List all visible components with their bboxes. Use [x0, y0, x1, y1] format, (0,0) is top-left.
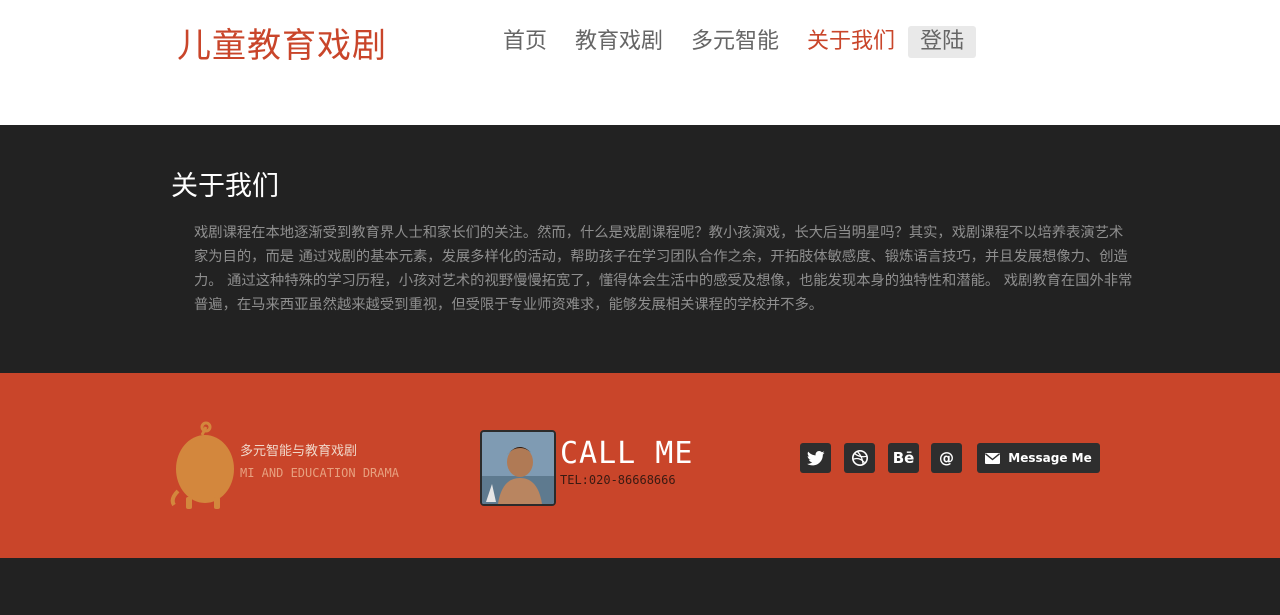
dribbble-icon [851, 449, 868, 467]
contact-child-photo [480, 430, 556, 506]
nav-home[interactable]: 首页 [494, 26, 556, 58]
pig-mascot-icon [170, 421, 234, 509]
email-at-icon: @ [939, 449, 954, 467]
message-me-label: Message Me [1008, 451, 1092, 465]
contact-telephone: TEL:020-86668666 [560, 473, 676, 487]
call-me-heading: CALL ME [560, 436, 694, 471]
twitter-button[interactable] [800, 443, 831, 473]
dribbble-button[interactable] [844, 443, 875, 473]
brand-english-name: MI AND EDUCATION DRAMA [240, 466, 399, 480]
email-at-button[interactable]: @ [931, 443, 962, 473]
about-section: 关于我们 戏剧课程在本地逐渐受到教育界人士和家长们的关注。然而，什么是戏剧课程呢… [0, 125, 1280, 373]
nav-multiple-intelligence[interactable]: 多元智能 [682, 26, 788, 58]
twitter-icon [806, 450, 825, 465]
footer-contact-band: 多元智能与教育戏剧 MI AND EDUCATION DRAMA CALL ME… [0, 373, 1280, 558]
page-bottom-band [0, 558, 1280, 615]
about-title: 关于我们 [171, 171, 279, 202]
main-nav: 首页 教育戏剧 多元智能 关于我们 登陆 [494, 26, 986, 58]
envelope-icon [985, 452, 1001, 464]
brand-chinese-name: 多元智能与教育戏剧 [240, 444, 358, 459]
about-body-text: 戏剧课程在本地逐渐受到教育界人士和家长们的关注。然而，什么是戏剧课程呢？教小孩演… [194, 225, 1133, 313]
nav-education-drama[interactable]: 教育戏剧 [566, 26, 672, 58]
behance-icon: Bē [892, 449, 915, 467]
nav-about-us[interactable]: 关于我们 [798, 26, 904, 58]
site-header: 儿童教育戏剧 首页 教育戏剧 多元智能 关于我们 登陆 [0, 0, 1280, 125]
behance-button[interactable]: Bē [888, 443, 919, 473]
message-me-button[interactable]: Message Me [977, 443, 1100, 473]
child-photo-image [482, 432, 554, 504]
site-logo[interactable]: 儿童教育戏剧 [177, 22, 387, 70]
nav-login-button[interactable]: 登陆 [908, 26, 977, 58]
